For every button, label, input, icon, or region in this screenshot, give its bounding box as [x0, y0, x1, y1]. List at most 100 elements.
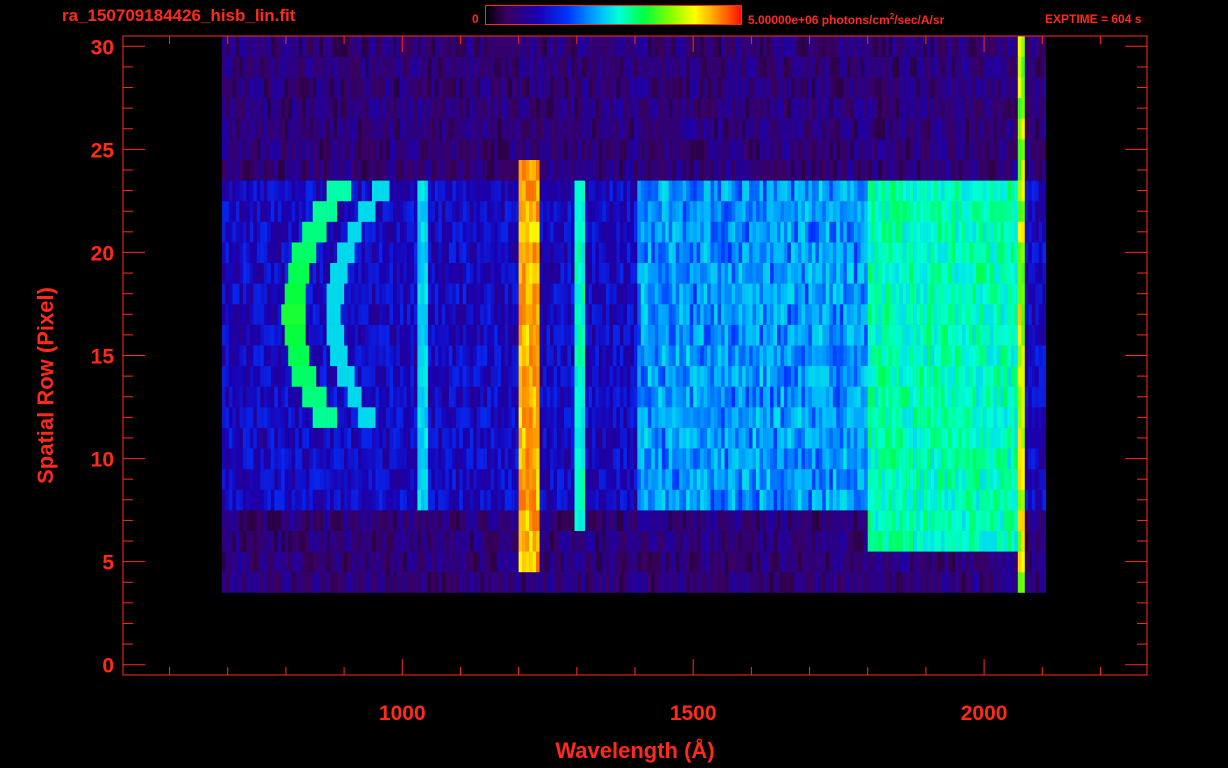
heatmap-cell: [546, 262, 551, 284]
heatmap-cell: [466, 242, 471, 263]
heatmap-cell: [434, 283, 439, 305]
heatmap-cell: [948, 407, 952, 428]
heatmap-cell: [410, 386, 415, 408]
heatmap-cell: [312, 180, 317, 202]
heatmap-cell: [969, 407, 973, 428]
heatmap-cell: [696, 159, 701, 181]
heatmap-cell: [742, 427, 746, 449]
heatmap-cell: [302, 242, 306, 263]
heatmap-cell: [462, 489, 467, 511]
heatmap-cell: [962, 407, 966, 428]
heatmap-cells: [221, 36, 1047, 593]
heatmap-cell: [937, 159, 942, 181]
heatmap-cell: [640, 200, 645, 222]
heatmap-cell: [473, 200, 478, 222]
heatmap-cell: [633, 221, 638, 243]
heatmap-cell: [358, 468, 362, 490]
heatmap-cell: [337, 530, 341, 552]
heatmap-cell: [424, 200, 429, 222]
heatmap-cell: [759, 386, 764, 408]
heatmap-cell: [679, 365, 683, 387]
heatmap-cell: [417, 551, 422, 573]
heatmap-cell: [365, 386, 369, 408]
heatmap-cell: [550, 159, 554, 181]
heatmap-cell: [797, 489, 802, 511]
heatmap-cell: [494, 386, 498, 408]
heatmap-cell: [455, 448, 460, 470]
heatmap-cell: [501, 571, 505, 593]
heatmap-cell: [871, 571, 875, 593]
heatmap-cell: [1000, 345, 1005, 367]
heatmap-cell: [766, 365, 771, 387]
heatmap-cell: [679, 427, 683, 449]
heatmap-cell: [598, 427, 603, 449]
heatmap-cell: [770, 221, 774, 243]
heatmap-cell: [962, 427, 966, 449]
heatmap-cell: [804, 365, 809, 387]
heatmap-cell: [647, 159, 652, 181]
heatmap-cell: [780, 262, 785, 284]
heatmap-cell: [675, 551, 680, 573]
heatmap-cell: [1010, 571, 1015, 593]
heatmap-cell: [372, 468, 376, 490]
heatmap-cell: [857, 262, 862, 284]
heatmap-cell: [892, 324, 896, 346]
heatmap-cell: [710, 242, 715, 263]
heatmap-cell: [1021, 510, 1026, 531]
heatmap-cell: [958, 489, 963, 511]
heatmap-cell: [473, 427, 478, 449]
heatmap-cell: [591, 324, 596, 346]
heatmap-cell: [815, 510, 820, 531]
heatmap-cell: [501, 551, 505, 573]
heatmap-cell: [651, 242, 656, 263]
heatmap-cell: [794, 159, 799, 181]
heatmap-cell: [550, 221, 554, 243]
heatmap-cell: [351, 386, 355, 408]
heatmap-cell: [574, 407, 579, 428]
heatmap-cell: [511, 427, 516, 449]
heatmap-cell: [361, 427, 366, 449]
heatmap-cell: [578, 159, 582, 181]
heatmap-cell: [347, 365, 352, 387]
heatmap-cell: [344, 242, 348, 263]
heatmap-cell: [469, 510, 474, 531]
heatmap-cell: [539, 448, 544, 470]
heatmap-cell: [728, 262, 732, 284]
heatmap-cell: [511, 448, 516, 470]
heatmap-cell: [270, 283, 275, 305]
heatmap-cell: [277, 448, 282, 470]
heatmap-cell: [874, 345, 879, 367]
heatmap-cell: [654, 324, 659, 346]
heatmap-cell: [738, 386, 743, 408]
heatmap-cell: [654, 345, 659, 367]
heatmap-cell: [686, 510, 690, 531]
heatmap-cell: [490, 262, 495, 284]
heatmap-cell: [766, 283, 771, 305]
heatmap-cell: [1038, 262, 1043, 284]
heatmap-cell: [413, 551, 418, 573]
heatmap-cell: [445, 180, 450, 202]
heatmap-cell: [811, 283, 816, 305]
heatmap-cell: [448, 242, 453, 263]
heatmap-cell: [773, 530, 778, 552]
heatmap-cell: [682, 468, 687, 490]
heatmap-cell: [337, 262, 341, 284]
heatmap-cell: [630, 407, 635, 428]
heatmap-cell: [288, 571, 292, 593]
heatmap-cell: [986, 324, 991, 346]
heatmap-cell: [640, 159, 645, 181]
heatmap-cell: [410, 262, 415, 284]
heatmap-cell: [780, 324, 785, 346]
heatmap-cell: [235, 159, 240, 181]
heatmap-cell: [1028, 427, 1033, 449]
heatmap-cell: [1021, 159, 1026, 181]
heatmap-cell: [546, 159, 551, 181]
heatmap-cell: [818, 510, 823, 531]
heatmap-cell: [529, 427, 533, 449]
heatmap-cell: [529, 324, 533, 346]
heatmap-cell: [996, 200, 1001, 222]
heatmap-cell: [920, 530, 924, 552]
heatmap-cell: [965, 510, 970, 531]
heatmap-cell: [434, 221, 439, 243]
heatmap-cell: [253, 221, 258, 243]
